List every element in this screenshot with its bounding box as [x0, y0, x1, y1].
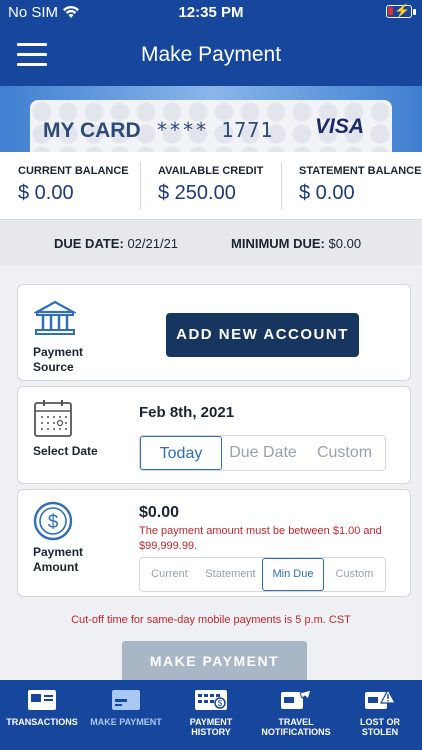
amount-option-custom[interactable]: Custom — [324, 558, 385, 591]
select-date-panel: Select Date Feb 8th, 2021 Today Due Date… — [17, 386, 411, 484]
page-title: Make Payment — [140, 43, 282, 66]
svg-text:$: $ — [48, 512, 59, 533]
date-segmented-control: Today Due Date Custom — [139, 435, 386, 471]
tab-lost-or-stolen-line2: STOLEN — [361, 727, 399, 737]
battery-icon: ⚡ — [386, 3, 412, 18]
card-name: MY CARD — [43, 119, 141, 142]
tab-lost-or-stolen[interactable]: LOST OR STOLEN — [338, 680, 422, 750]
tab-transactions-label: TRANSACTIONS — [0, 717, 84, 727]
add-new-account-button[interactable]: ADD NEW ACCOUNT — [166, 313, 359, 357]
due-info: DUE DATE: 02/21/21 MINIMUM DUE: $0.00 — [0, 221, 422, 265]
payment-source-label-line2: Source — [33, 360, 74, 374]
tab-lost-or-stolen-label: LOST OR STOLEN — [338, 717, 422, 737]
tab-payment-history-line2: HISTORY — [191, 727, 231, 737]
payment-amount-label-line1: Payment — [33, 545, 84, 559]
available-credit-value: $ 250.00 — [158, 182, 236, 204]
bank-icon — [32, 300, 78, 341]
tab-make-payment-line1: MAKE PAYMENT — [90, 717, 162, 727]
due-date: DUE DATE: 02/21/21 — [54, 236, 178, 251]
date-option-due-date[interactable]: Due Date — [222, 436, 304, 470]
battery-cap — [413, 9, 416, 15]
amount-option-current[interactable]: Current — [140, 558, 199, 591]
tab-make-payment[interactable]: MAKE PAYMENT — [84, 680, 168, 750]
history-icon: $ — [195, 690, 227, 710]
payment-source-panel: Payment Source ADD NEW ACCOUNT — [17, 284, 411, 381]
select-date-label: Select Date — [33, 444, 98, 458]
card-number: **** 1771 — [156, 118, 274, 142]
make-payment-button[interactable]: MAKE PAYMENT — [122, 641, 307, 681]
minimum-due-value: $0.00 — [328, 236, 362, 251]
balance-summary: CURRENT BALANCE $ 0.00 AVAILABLE CREDIT … — [0, 152, 422, 220]
date-option-custom[interactable]: Custom — [304, 436, 385, 470]
divider — [281, 162, 282, 210]
current-balance-value: $ 0.00 — [18, 182, 74, 204]
tab-payment-history[interactable]: $ PAYMENT HISTORY — [168, 680, 254, 750]
payment-amount-panel: $ Payment Amount $0.00 The payment amoun… — [17, 489, 411, 597]
calendar-icon — [33, 398, 73, 443]
dollar-icon: $ — [33, 501, 73, 546]
warning-card-icon — [365, 689, 396, 709]
due-date-label: DUE DATE: — [54, 236, 124, 251]
statement-balance-value: $ 0.00 — [299, 182, 355, 204]
divider — [140, 162, 141, 210]
current-balance-label: CURRENT BALANCE — [18, 165, 129, 177]
selected-date: Feb 8th, 2021 — [139, 404, 235, 421]
visa-logo: VISA — [314, 115, 364, 138]
amount-segmented-control: Current Statement Min Due Custom — [139, 557, 386, 592]
card-icon — [112, 690, 140, 710]
tab-payment-history-line1: PAYMENT — [189, 717, 233, 727]
payment-source-label-line1: Payment — [33, 345, 84, 359]
tab-travel-notifications-label: TRAVEL NOTIFICATIONS — [254, 717, 338, 737]
credit-card: MY CARD **** 1771 VISA — [30, 100, 392, 152]
payment-amount-value[interactable]: $0.00 — [139, 504, 179, 522]
travel-icon — [281, 689, 312, 709]
amount-option-min-due[interactable]: Min Due — [262, 558, 324, 591]
payment-amount-label-line2: Amount — [33, 560, 79, 574]
tab-travel-notifications-line2: NOTIFICATIONS — [261, 727, 331, 737]
status-bar: No SIM 12:35 PM ⚡ — [0, 0, 422, 26]
tab-transactions-line1: TRANSACTIONS — [6, 717, 78, 727]
transactions-icon — [28, 690, 56, 710]
app-header: No SIM 12:35 PM ⚡ Make Payment — [0, 0, 422, 86]
date-option-today[interactable]: Today — [140, 436, 222, 470]
payment-amount-label: Payment Amount — [33, 545, 83, 575]
tab-make-payment-label: MAKE PAYMENT — [84, 717, 168, 727]
minimum-due: MINIMUM DUE: $0.00 — [231, 236, 361, 251]
tab-travel-notifications[interactable]: TRAVEL NOTIFICATIONS — [254, 680, 338, 750]
tab-bar: TRANSACTIONS MAKE PAYMENT $ PAYMENT HISTO… — [0, 680, 422, 750]
tab-transactions[interactable]: TRANSACTIONS — [0, 680, 84, 750]
payment-amount-error: The payment amount must be between $1.00… — [139, 525, 382, 552]
due-date-value: 02/21/21 — [127, 236, 179, 251]
tab-payment-history-label: PAYMENT HISTORY — [168, 717, 254, 737]
tab-lost-or-stolen-line1: LOST OR — [360, 717, 400, 727]
statement-balance-label: STATEMENT BALANCE — [299, 165, 422, 177]
svg-text:$: $ — [218, 699, 223, 708]
card-banner: MY CARD **** 1771 VISA — [0, 86, 422, 152]
cutoff-notice: Cut-off time for same-day mobile payment… — [71, 614, 351, 626]
minimum-due-label: MINIMUM DUE: — [231, 236, 325, 251]
clock: 12:35 PM — [178, 4, 244, 21]
amount-option-statement[interactable]: Statement — [199, 558, 262, 591]
available-credit-label: AVAILABLE CREDIT — [158, 165, 264, 177]
payment-source-label: Payment Source — [33, 345, 83, 375]
tab-travel-notifications-line1: TRAVEL — [278, 717, 314, 727]
